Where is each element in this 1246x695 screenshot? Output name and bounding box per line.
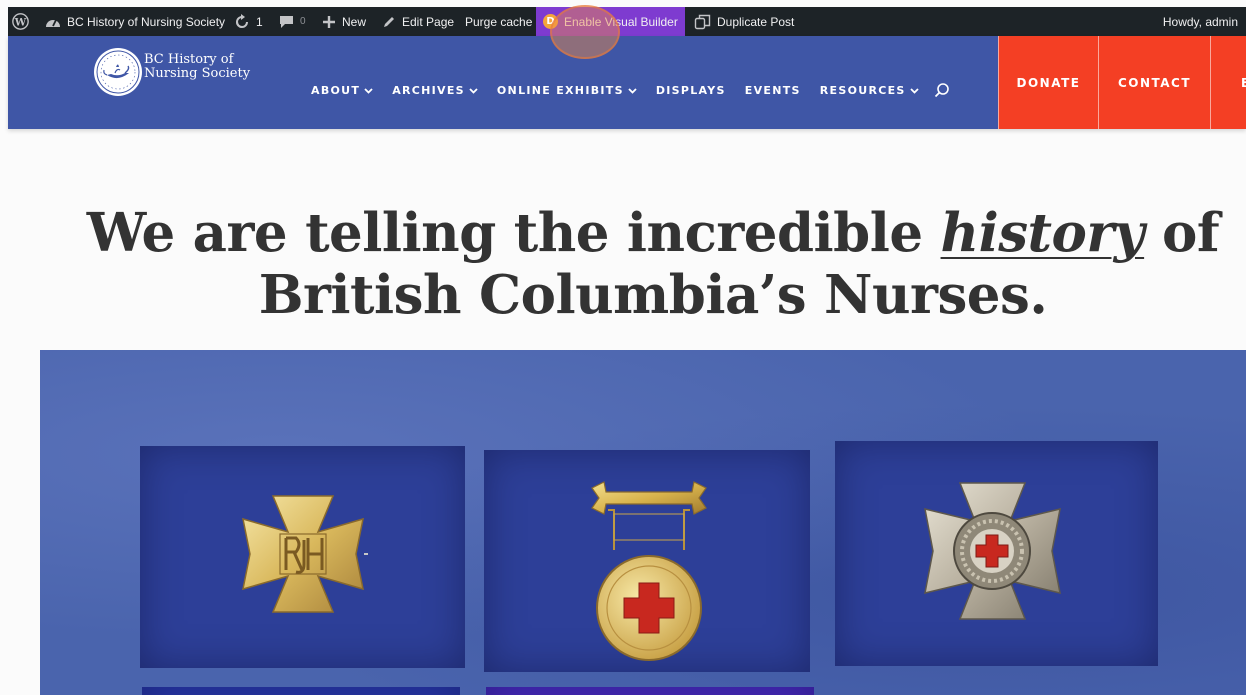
hero-headline: We are telling the incredible history of… — [40, 202, 1246, 326]
plus-icon — [322, 15, 336, 29]
edit-page-link[interactable]: Edit Page — [382, 7, 454, 36]
purge-cache-link[interactable]: Purge cache — [465, 7, 532, 36]
visual-builder-label: Enable Visual Builder — [564, 14, 678, 29]
site-name-link[interactable]: BC History of Nursing Society — [45, 7, 225, 36]
site-logo[interactable]: BC History of Nursing Society — [94, 48, 250, 96]
nav-label: ABOUT — [311, 83, 361, 97]
headline-line-1: We are telling the incredible history of — [40, 202, 1246, 264]
silver-cross-pin-icon — [924, 482, 1061, 620]
headline-text: of — [1144, 202, 1220, 264]
wordpress-logo-icon: W — [12, 13, 29, 30]
duplicate-post-link[interactable]: Duplicate Post — [694, 7, 794, 36]
logo-line-2: Nursing Society — [144, 66, 251, 81]
pin-tile — [484, 450, 810, 672]
nav-label: ARCHIVES — [392, 83, 465, 97]
donate-button[interactable]: DONATE — [998, 36, 1098, 129]
duplicate-label: Duplicate Post — [717, 14, 795, 29]
comment-bubble-icon — [279, 15, 294, 29]
enable-visual-builder-button[interactable]: D Enable Visual Builder — [536, 7, 685, 36]
contact-label: CONTACT — [1117, 75, 1192, 90]
chevron-down-icon — [628, 84, 637, 97]
headline-text: We are telling the incredible — [86, 202, 941, 264]
nav-label: ONLINE EXHIBITS — [496, 83, 624, 97]
red-cross-medal-icon — [591, 481, 707, 661]
contact-button[interactable]: CONTACT — [1098, 36, 1210, 129]
nav-label: RESOURCES — [819, 83, 906, 97]
nav-item-archives[interactable]: ARCHIVES — [392, 84, 478, 97]
duplicate-icon — [694, 14, 711, 30]
nav-item-events[interactable]: EVENTS — [745, 84, 801, 97]
pin-tile — [835, 441, 1158, 666]
search-icon[interactable] — [934, 82, 950, 98]
nursing-lamp-seal-icon — [94, 48, 142, 96]
comments-link[interactable]: 0 — [279, 7, 306, 36]
account-menu[interactable]: Howdy, admin — [1163, 7, 1238, 36]
nav-item-about[interactable]: ABOUT — [311, 84, 373, 97]
headline-line-2: British Columbia’s Nurses. — [258, 264, 1048, 326]
truncated-cta-label: B — [1241, 76, 1246, 90]
refresh-icon — [234, 13, 250, 30]
nav-label: DISPLAYS — [655, 83, 726, 97]
new-content-link[interactable]: New — [322, 7, 366, 36]
updates-link[interactable]: 1 — [234, 7, 263, 36]
main-navigation: ABOUT ARCHIVES ONLINE EXHIBITS DISPLAYS … — [311, 82, 969, 98]
pin-tile — [142, 687, 460, 695]
nav-label: EVENTS — [744, 83, 801, 97]
donate-label: DONATE — [1016, 75, 1081, 90]
chevron-down-icon — [469, 84, 478, 97]
comments-count: 0 — [300, 16, 306, 27]
chevron-down-icon — [910, 84, 919, 97]
site-name: BC History of Nursing Society — [67, 14, 226, 29]
pin-tile — [486, 687, 814, 695]
nav-item-resources[interactable]: RESOURCES — [820, 84, 919, 97]
site-header: BC History of Nursing Society ABOUT ARCH… — [8, 36, 1246, 129]
logo-text: BC History of Nursing Society — [144, 53, 250, 81]
pencil-icon — [382, 15, 396, 29]
logo-line-1: BC History of — [144, 52, 234, 67]
headline-emphasis: history — [940, 202, 1145, 264]
purge-cache-label: Purge cache — [465, 14, 533, 29]
nav-item-displays[interactable]: DISPLAYS — [656, 84, 726, 97]
howdy-greeting: Howdy, admin — [1162, 14, 1238, 29]
hero-image-nursing-pins — [40, 350, 1246, 695]
divi-logo-icon: D — [543, 14, 558, 29]
truncated-cta-button[interactable]: B — [1210, 36, 1246, 129]
wordpress-menu[interactable]: W — [12, 7, 29, 36]
new-label: New — [342, 14, 367, 29]
cross-pattee-pin-icon — [242, 495, 368, 613]
dashboard-gauge-icon — [45, 15, 61, 29]
admin-bar: W BC History of Nursing Society 1 0 New … — [8, 7, 1246, 36]
nav-item-online-exhibits[interactable]: ONLINE EXHIBITS — [497, 84, 637, 97]
pin-tile — [140, 446, 465, 668]
updates-count: 1 — [256, 14, 263, 29]
svg-text:W: W — [14, 16, 27, 28]
chevron-down-icon — [364, 84, 373, 97]
edit-page-label: Edit Page — [402, 14, 455, 29]
